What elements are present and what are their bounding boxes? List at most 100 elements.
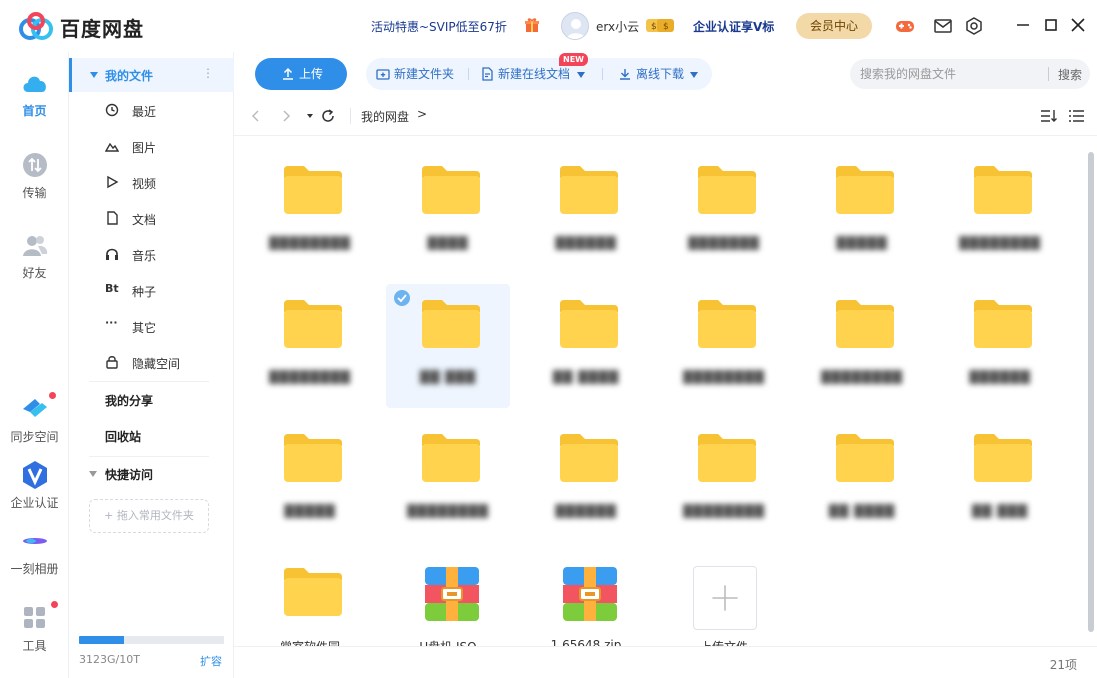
search-button[interactable]: 搜索 xyxy=(1058,66,1082,83)
folder-tile[interactable]: ████████ xyxy=(248,284,372,408)
expand-triangle-icon[interactable] xyxy=(90,72,98,78)
svg-text:$: $ xyxy=(651,22,657,32)
folder-tile[interactable]: ██████ xyxy=(938,284,1062,408)
folder-tile[interactable]: ██████ xyxy=(524,418,648,542)
sidebar-my-share[interactable]: 我的分享 xyxy=(105,392,153,409)
close-icon[interactable] xyxy=(1068,15,1088,35)
avatar[interactable] xyxy=(561,12,589,40)
forward-arrow-icon[interactable] xyxy=(278,108,294,124)
folder-tile[interactable]: ████████ xyxy=(386,418,510,542)
folder-tile[interactable]: ████ xyxy=(386,150,510,274)
svip-promo-link[interactable]: 活动特惠~SVIP低至67折 xyxy=(371,18,507,35)
folder-tile[interactable]: ███████ xyxy=(662,150,786,274)
folder-tile[interactable]: ██ ███ xyxy=(938,418,1062,542)
list-view-icon[interactable] xyxy=(1068,108,1086,124)
file-action-group: 新建文件夹 新建在线文档 离线下载 xyxy=(366,58,712,90)
username[interactable]: erx小云 xyxy=(596,18,639,35)
expand-storage-link[interactable]: 扩容 xyxy=(200,653,222,669)
upload-file-tile[interactable]: 上传文件 xyxy=(662,552,786,646)
nav-tools[interactable]: 工具 xyxy=(0,603,69,654)
nav-sync-space[interactable]: 同步空间 xyxy=(0,394,69,445)
back-arrow-icon[interactable] xyxy=(248,108,264,124)
file-name: ██ ████ xyxy=(828,504,896,518)
nav-photo-album-label: 一刻相册 xyxy=(10,562,59,576)
sidebar-item-torrents[interactable]: Bt 种子 xyxy=(69,276,234,306)
upload-icon xyxy=(283,67,293,80)
sidebar-item-images[interactable]: 图片 xyxy=(69,132,234,162)
folder-tile[interactable]: █████ xyxy=(248,418,372,542)
folder-tile[interactable]: ████████ xyxy=(248,150,372,274)
nav-photo-album[interactable]: 一刻相册 xyxy=(0,526,69,577)
folder-icon xyxy=(974,300,1032,348)
scrollbar-thumb[interactable] xyxy=(1088,152,1094,632)
sidebar-my-files[interactable]: 我的文件 ⋮ xyxy=(69,58,234,92)
sidebar-item-recent[interactable]: 最近 xyxy=(69,96,234,126)
breadcrumb-bar: 我的网盘 > xyxy=(234,96,1097,136)
sidebar-item-documents[interactable]: 文档 xyxy=(69,204,234,234)
folder-tile[interactable]: ██ ████ xyxy=(524,284,648,408)
sidebar-recycle-bin[interactable]: 回收站 xyxy=(105,428,141,445)
drop-favorite-folder-zone[interactable]: + 拖入常用文件夹 xyxy=(89,499,209,533)
folder-tile[interactable]: ████████ xyxy=(938,150,1062,274)
nav-transfer[interactable]: 传输 xyxy=(0,150,69,201)
online-doc-icon xyxy=(482,67,493,81)
breadcrumb-root[interactable]: 我的网盘 xyxy=(361,108,409,125)
gift-icon[interactable] xyxy=(524,17,540,33)
selected-check-icon[interactable] xyxy=(394,290,410,306)
mail-icon[interactable] xyxy=(933,16,953,36)
sidebar-item-hidden-space[interactable]: 隐藏空间 xyxy=(69,348,234,378)
scrollbar[interactable] xyxy=(1085,140,1097,646)
folder-tile[interactable]: ████████ xyxy=(662,284,786,408)
folder-tile[interactable]: ██ ███ xyxy=(386,284,510,408)
vip-center-button[interactable]: 会员中心 xyxy=(796,13,872,39)
sidebar-item-label: 隐藏空间 xyxy=(132,357,181,371)
sidebar-quick-access[interactable]: 快捷访问 xyxy=(105,466,153,483)
upload-file-tile-box[interactable] xyxy=(693,566,757,630)
sync-space-icon xyxy=(22,399,47,417)
maximize-icon[interactable] xyxy=(1041,15,1061,35)
document-icon xyxy=(107,211,118,225)
folder-tile[interactable]: ██████ xyxy=(524,150,648,274)
offline-download-button[interactable]: 离线下载 xyxy=(618,58,704,90)
settings-icon[interactable] xyxy=(964,16,984,36)
quick-access-triangle-icon[interactable] xyxy=(89,471,97,477)
folder-tile[interactable]: ████████ xyxy=(800,284,924,408)
history-dropdown-icon[interactable] xyxy=(302,108,318,124)
minimize-icon[interactable] xyxy=(1013,15,1033,35)
storage-usage-bar xyxy=(79,636,224,644)
upload-button[interactable]: 上传 xyxy=(255,58,347,90)
folder-tile[interactable]: █████ xyxy=(800,150,924,274)
folder-tile[interactable]: 常室软件园 xyxy=(248,552,372,646)
sidebar-item-others[interactable]: ··· 其它 xyxy=(69,312,234,342)
nav-sync-space-label: 同步空间 xyxy=(10,430,59,444)
sidebar-item-music[interactable]: 音乐 xyxy=(69,240,234,270)
nav-friends[interactable]: 好友 xyxy=(0,230,69,281)
folder-tile[interactable]: ██ ████ xyxy=(800,418,924,542)
archive-tile[interactable]: 1.65648.zip xyxy=(524,552,648,646)
nav-enterprise-cert[interactable]: 企业认证 xyxy=(0,460,69,511)
sidebar-item-label: 最近 xyxy=(132,105,157,119)
plus-icon xyxy=(712,585,738,611)
nav-home[interactable]: 首页 xyxy=(0,68,69,119)
coins-icon[interactable]: $ $ xyxy=(645,17,675,34)
search-input[interactable] xyxy=(860,59,1040,89)
enterprise-cert-link[interactable]: 企业认证享V标 xyxy=(693,18,774,35)
enterprise-v-icon xyxy=(22,461,47,489)
more-options-icon[interactable]: ⋮ xyxy=(202,66,214,80)
search-divider xyxy=(1048,67,1049,81)
headphones-icon xyxy=(106,248,118,260)
new-folder-button[interactable]: 新建文件夹 xyxy=(376,58,472,90)
video-icon xyxy=(107,175,119,189)
file-name: ██ ███ xyxy=(972,504,1028,518)
sort-icon[interactable] xyxy=(1040,108,1058,124)
gamepad-icon[interactable] xyxy=(895,16,915,36)
cloud-icon xyxy=(23,76,46,92)
refresh-icon[interactable] xyxy=(320,108,336,124)
friends-icon xyxy=(22,236,47,256)
transfer-icon xyxy=(22,153,47,177)
archive-tile[interactable]: U盘机.ISO xyxy=(386,552,510,646)
file-name: 常室软件园 xyxy=(254,638,366,646)
folder-icon xyxy=(560,166,618,214)
folder-tile[interactable]: ████████ xyxy=(662,418,786,542)
sidebar-item-videos[interactable]: 视频 xyxy=(69,168,234,198)
